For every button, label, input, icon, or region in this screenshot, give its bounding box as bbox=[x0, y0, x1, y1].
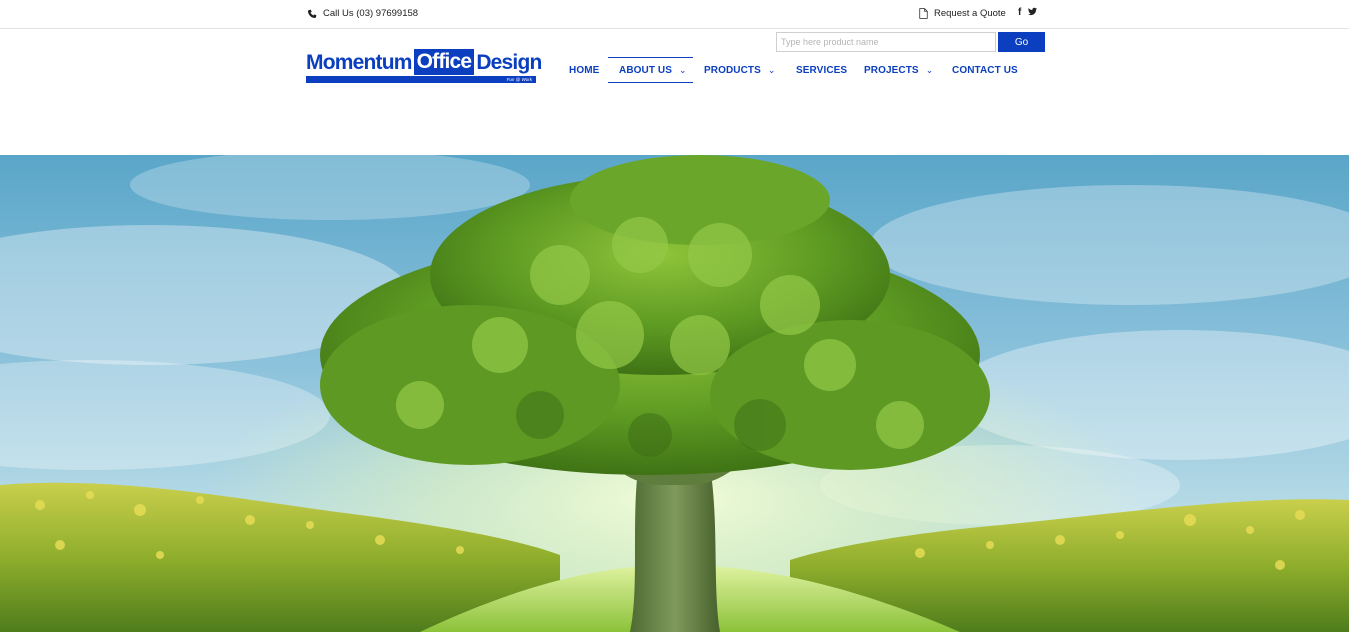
social-links: f bbox=[1018, 7, 1038, 19]
product-search-input[interactable] bbox=[776, 32, 996, 52]
nav-home[interactable]: HOME bbox=[569, 57, 599, 83]
nav-home-label: HOME bbox=[569, 64, 600, 76]
facebook-icon[interactable]: f bbox=[1018, 7, 1021, 19]
tree-in-field-hero-image bbox=[0, 155, 1349, 632]
chevron-down-icon: ⌄ bbox=[925, 64, 934, 75]
logo-underline-bar bbox=[306, 76, 536, 83]
hero-banner bbox=[0, 155, 1349, 632]
logo-wordmark: Momentum Office Design bbox=[306, 49, 542, 75]
nav-services-label: SERVICES bbox=[796, 64, 848, 76]
nav-products[interactable]: PRODUCTS ⌄ bbox=[704, 57, 776, 83]
request-quote-link[interactable]: Request a Quote bbox=[919, 8, 1006, 19]
nav-about-us-label: ABOUT US bbox=[619, 64, 673, 76]
phone-text: Call Us (03) 97699158 bbox=[323, 8, 419, 19]
search-go-button[interactable]: Go bbox=[998, 32, 1045, 52]
request-quote-text: Request a Quote bbox=[934, 8, 1006, 19]
nav-projects[interactable]: PROJECTS ⌄ bbox=[864, 57, 933, 83]
logo-word-design: Design bbox=[476, 51, 542, 74]
logo-word-momentum: Momentum bbox=[306, 51, 412, 74]
nav-contact-us-label: CONTACT US bbox=[952, 64, 1018, 76]
nav-contact-us[interactable]: CONTACT US bbox=[952, 57, 1018, 83]
top-bar: Call Us (03) 97699158 Request a Quote f bbox=[0, 0, 1349, 29]
phone-icon bbox=[307, 9, 317, 18]
nav-products-label: PRODUCTS bbox=[704, 64, 761, 76]
nav-services[interactable]: SERVICES bbox=[796, 57, 847, 83]
nav-about-us[interactable]: ABOUT US ⌄ bbox=[608, 57, 693, 83]
logo-word-office: Office bbox=[413, 49, 475, 75]
chevron-down-icon: ⌄ bbox=[679, 64, 687, 75]
document-icon bbox=[919, 8, 928, 19]
logo-tagline: Fun @ Work bbox=[506, 77, 532, 82]
nav-projects-label: PROJECTS bbox=[864, 64, 919, 76]
twitter-icon[interactable] bbox=[1028, 7, 1038, 16]
phone-link[interactable]: Call Us (03) 97699158 bbox=[307, 8, 418, 19]
site-logo[interactable]: Momentum Office Design Fun @ Work bbox=[306, 49, 542, 85]
chevron-down-icon: ⌄ bbox=[767, 64, 776, 75]
